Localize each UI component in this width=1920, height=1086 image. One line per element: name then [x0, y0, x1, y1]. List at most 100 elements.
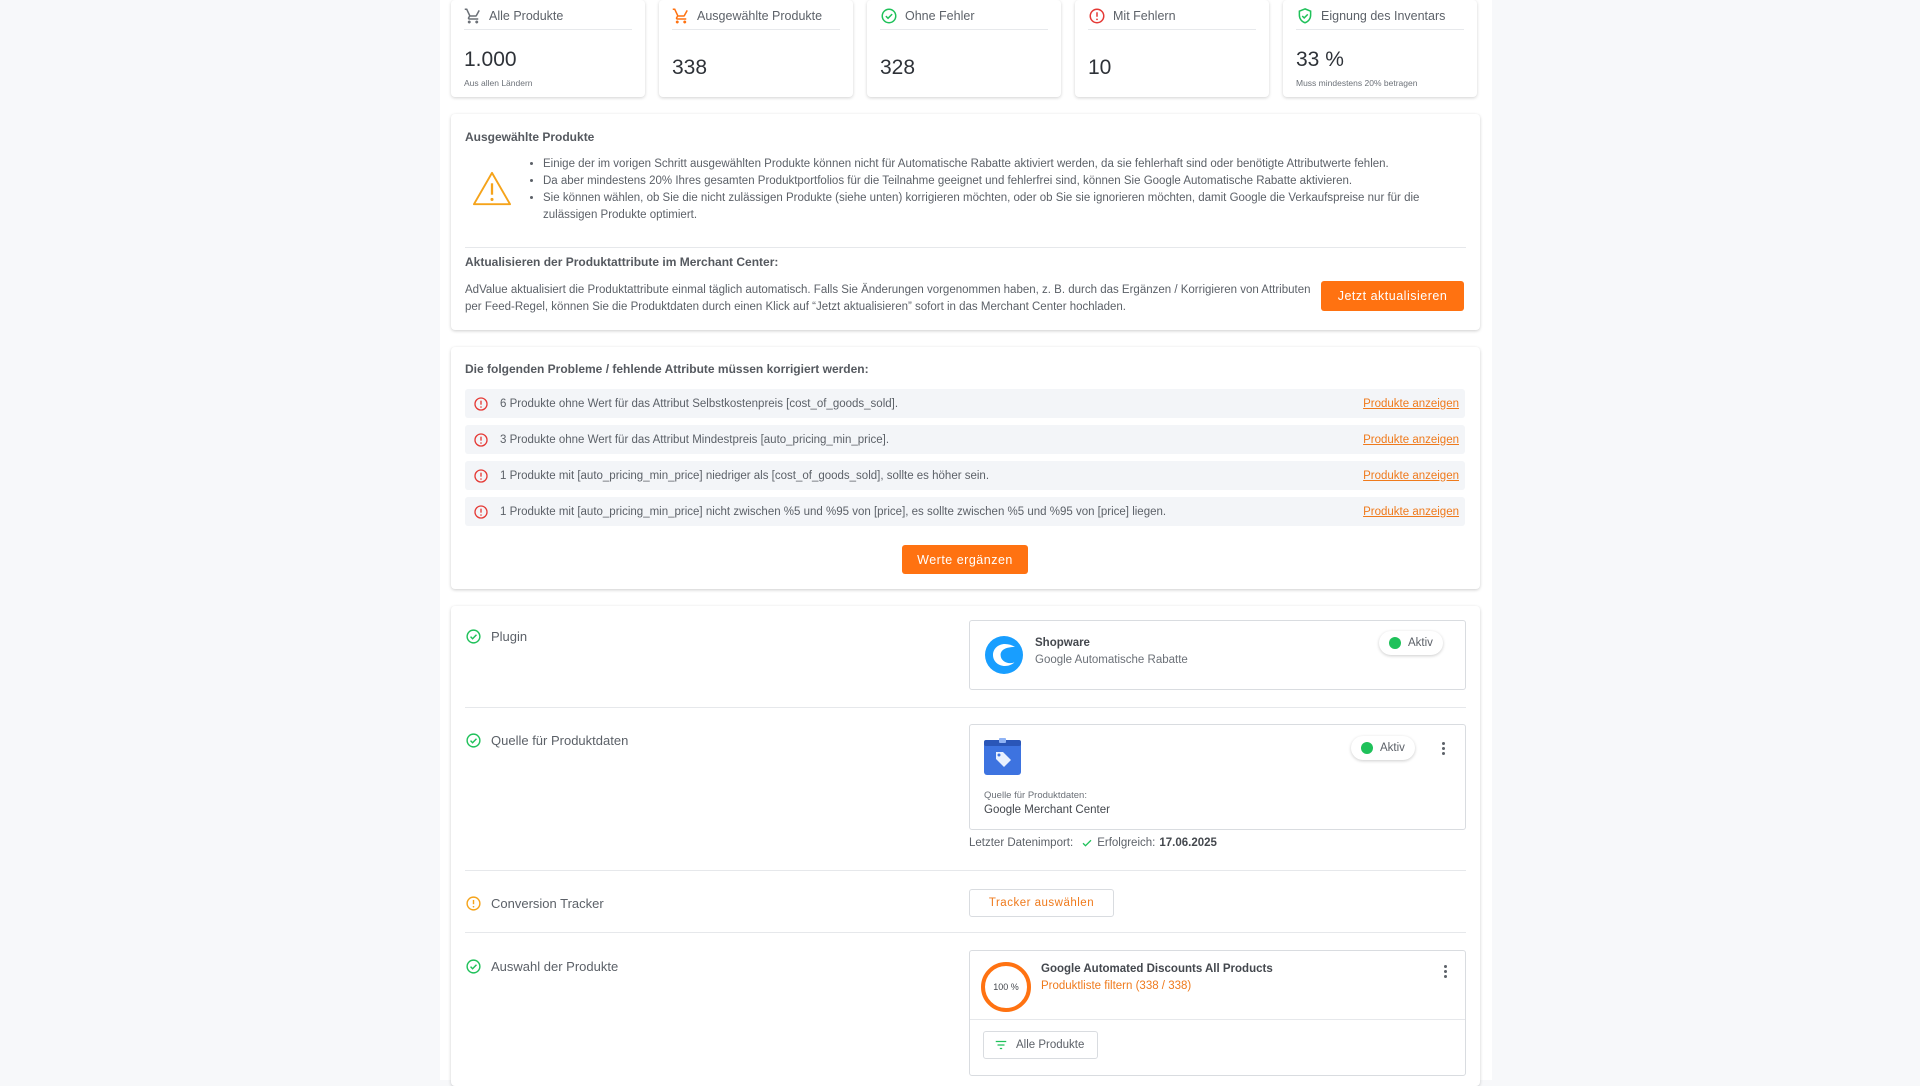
- products-panel: 100 % Google Automated Discounts All Pro…: [969, 950, 1466, 1076]
- filter-icon: [995, 1040, 1007, 1050]
- kpi-value: 338: [672, 56, 708, 79]
- status-text: Aktiv: [1380, 742, 1405, 754]
- kpi-sub: Aus allen Ländern: [464, 78, 533, 88]
- section-tracker: Conversion Tracker: [465, 895, 604, 912]
- shield-check-icon: [1298, 7, 1312, 24]
- plugin-desc: Google Automatische Rabatte: [1035, 654, 1188, 666]
- section-plugin: Plugin: [465, 628, 527, 645]
- kpi-header: Ohne Fehler: [880, 6, 1048, 30]
- update-title: Aktualisieren der Produktattribute im Me…: [465, 255, 779, 269]
- divider: [465, 870, 1466, 871]
- kpi-label: Ausgewählte Produkte: [697, 8, 823, 23]
- kpi-card-inventory-eligibility: Eignung des Inventars 33 % Muss mindeste…: [1283, 0, 1477, 97]
- kpi-card-with-errors: Mit Fehlern 10: [1075, 0, 1269, 97]
- product-list-name: Google Automated Discounts All Products: [1041, 963, 1273, 975]
- source-value: Google Merchant Center: [984, 804, 1110, 816]
- select-tracker-button[interactable]: Tracker auswählen: [969, 889, 1114, 917]
- section-products: Auswahl der Produkte: [465, 958, 618, 975]
- section-label: Auswahl der Produkte: [491, 959, 619, 974]
- kpi-label: Ohne Fehler: [905, 8, 975, 23]
- problem-text: 1 Produkte mit [auto_pricing_min_price] …: [500, 469, 990, 482]
- kpi-label: Eignung des Inventars: [1321, 8, 1446, 23]
- import-date: 17.06.2025: [1159, 837, 1217, 849]
- update-now-button[interactable]: Jetzt aktualisieren: [1321, 281, 1464, 311]
- kpi-header: Eignung des Inventars: [1296, 6, 1464, 30]
- filter-button-label: Alle Produkte: [1016, 1039, 1085, 1051]
- show-products-link[interactable]: Produkte anzeigen: [1363, 470, 1459, 482]
- cart-icon: [464, 8, 480, 23]
- check-icon: [1082, 839, 1092, 847]
- source-caption: Quelle für Produktdaten:: [984, 790, 1087, 801]
- error-circle-icon: [474, 468, 488, 483]
- info-bullets: Einige der im vorigen Schritt ausgewählt…: [528, 156, 1463, 224]
- more-options-icon[interactable]: [1436, 738, 1450, 758]
- show-products-link[interactable]: Produkte anzeigen: [1363, 434, 1459, 446]
- error-circle-icon: [474, 504, 488, 519]
- page: Alle Produkte 1.000 Aus allen Ländern Au…: [440, 0, 1492, 1086]
- add-values-button[interactable]: Werte ergänzen: [902, 545, 1028, 574]
- status-badge: Aktiv: [1351, 736, 1415, 760]
- error-circle-icon: [474, 396, 488, 411]
- more-options-icon[interactable]: [1438, 961, 1452, 981]
- all-products-filter-button[interactable]: Alle Produkte: [983, 1031, 1098, 1059]
- divider: [465, 707, 1466, 708]
- check-circle-icon: [466, 629, 481, 644]
- shopware-logo-icon: [985, 636, 1023, 674]
- kpi-value: 328: [880, 56, 916, 79]
- status-text: Aktiv: [1408, 637, 1433, 649]
- divider: [970, 1019, 1465, 1020]
- check-circle-icon: [466, 733, 481, 748]
- problem-row: 3 Produkte ohne Wert für das Attribut Mi…: [465, 425, 1465, 454]
- section-label: Quelle für Produktdaten: [491, 733, 629, 748]
- info-title: Ausgewählte Produkte: [465, 130, 595, 144]
- status-dot: [1389, 637, 1401, 649]
- merchant-center-icon: [984, 738, 1021, 775]
- problem-row: 1 Produkte mit [auto_pricing_min_price] …: [465, 461, 1465, 490]
- kpi-value: 10: [1088, 56, 1112, 79]
- problems-card: Die folgenden Probleme / fehlende Attrib…: [451, 347, 1480, 589]
- status-badge: Aktiv: [1379, 631, 1443, 655]
- import-status: Erfolgreich:: [1097, 837, 1156, 849]
- kpi-card-all-products: Alle Produkte 1.000 Aus allen Ländern: [451, 0, 645, 97]
- section-label: Conversion Tracker: [491, 896, 604, 911]
- kpi-header: Ausgewählte Produkte: [672, 6, 840, 30]
- import-label: Letzter Datenimport:: [969, 837, 1074, 849]
- divider: [465, 932, 1466, 933]
- show-products-link[interactable]: Produkte anzeigen: [1363, 506, 1459, 518]
- show-products-link[interactable]: Produkte anzeigen: [1363, 398, 1459, 410]
- problem-row: 6 Produkte ohne Wert für das Attribut Se…: [465, 389, 1465, 418]
- kpi-card-selected-products: Ausgewählte Produkte 338: [659, 0, 853, 97]
- section-source: Quelle für Produktdaten: [465, 732, 628, 749]
- cart-orange-icon: [672, 8, 688, 23]
- info-bullet: Da aber mindestens 20% Ihres gesamten Pr…: [543, 173, 1463, 190]
- error-circle-icon: [474, 432, 488, 447]
- progress-ring: 100 %: [981, 962, 1031, 1012]
- kpi-label: Alle Produkte: [489, 8, 564, 23]
- kpi-header: Alle Produkte: [464, 6, 632, 30]
- problem-text: 1 Produkte mit [auto_pricing_min_price] …: [500, 505, 1167, 518]
- progress-percent: 100 %: [993, 982, 1019, 992]
- kpi-value: 33 %: [1296, 48, 1344, 71]
- error-circle-icon: [1089, 8, 1105, 23]
- divider: [465, 247, 1466, 248]
- plugin-name: Shopware: [1035, 637, 1090, 649]
- filter-product-list-link[interactable]: Produktliste filtern (338 / 338): [1041, 980, 1191, 992]
- info-bullet: Sie können wählen, ob Sie die nicht zulä…: [543, 190, 1463, 224]
- plugin-panel: Shopware Google Automatische Rabatte Akt…: [969, 620, 1466, 690]
- kpi-header: Mit Fehlern: [1088, 6, 1256, 30]
- problem-text: 3 Produkte ohne Wert für das Attribut Mi…: [500, 433, 890, 446]
- check-circle-icon: [881, 8, 897, 23]
- check-circle-icon: [466, 959, 481, 974]
- info-bullet: Einige der im vorigen Schritt ausgewählt…: [543, 156, 1463, 173]
- problems-title: Die folgenden Probleme / fehlende Attrib…: [465, 362, 869, 376]
- setup-card: Plugin Shopware Google Automatische Raba…: [451, 606, 1480, 1086]
- info-card: Ausgewählte Produkte Einige der im vorig…: [451, 114, 1480, 330]
- source-panel: Aktiv Quelle für Produktdaten: Google Me…: [969, 724, 1466, 830]
- problem-row: 1 Produkte mit [auto_pricing_min_price] …: [465, 497, 1465, 526]
- section-label: Plugin: [491, 629, 528, 644]
- status-dot: [1361, 742, 1373, 754]
- kpi-sub: Muss mindestens 20% betragen: [1296, 78, 1418, 88]
- warning-triangle-icon: [473, 171, 511, 206]
- last-import: Letzter Datenimport: Erfolgreich: 17.06.…: [969, 837, 1217, 849]
- kpi-label: Mit Fehlern: [1113, 8, 1176, 23]
